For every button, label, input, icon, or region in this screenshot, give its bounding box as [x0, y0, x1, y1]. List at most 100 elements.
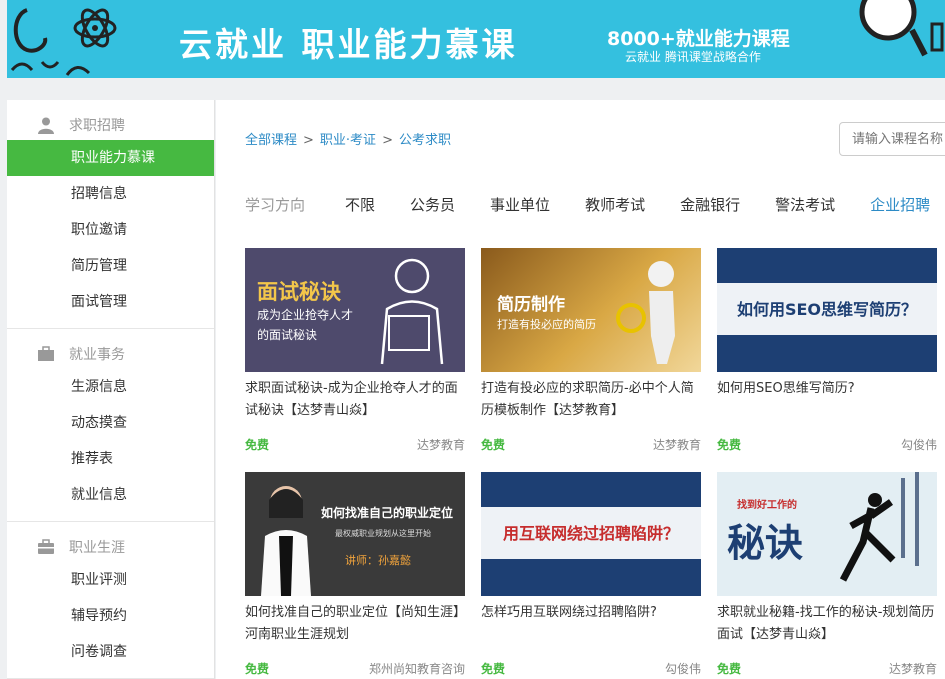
main-content: 全部课程 > 职业·考证 > 公考求职 学习方向 不限 公务员 事业单位 教师考试 金融银行 警法… [216, 100, 945, 679]
top-banner: 云就业 职业能力慕课 8000+就业能力课程 云就业 腾讯课堂战略合作 [7, 0, 945, 78]
sidebar-group: 就业事务生源信息 动态摸查 推荐表 就业信息 [7, 329, 214, 522]
thumb-headline: 简历制作 [497, 295, 565, 315]
filter-option[interactable]: 公务员 [410, 194, 455, 215]
sidebar-group-header: 求职招聘 [7, 110, 214, 140]
user-icon [37, 116, 55, 134]
course-provider: 达梦教育 [888, 662, 937, 676]
banner-title: 云就业 职业能力慕课 [179, 25, 518, 64]
course-title[interactable]: 求职面试秘诀-成为企业抢夺人才的面试秘诀【达梦青山焱】 [245, 378, 465, 422]
course-card[interactable]: 简历制作 打造有投必应的简历 打造有投必应的求职简历-必中个人简历模板制作【达梦… [481, 248, 701, 453]
course-provider: 郑州尚知教育咨询 [368, 662, 465, 676]
thumb-subline: 打造有投必应的简历 [497, 318, 596, 331]
sidebar-group-header: 就业事务 [7, 339, 214, 369]
course-card[interactable]: 用互联网绕过招聘陷阱？ 怎样巧用互联网绕过招聘陷阱? 免费 勾俊伟 [481, 472, 701, 677]
thumb-headline: 秘诀 [727, 521, 804, 565]
thumb-lecturer: 讲师：孙嘉懿 [345, 554, 411, 567]
course-thumbnail[interactable]: 简历制作 打造有投必应的简历 [481, 248, 701, 372]
course-search-input[interactable] [839, 122, 945, 156]
course-price: 免费 [245, 438, 270, 452]
presenter-illustration-icon [380, 258, 444, 365]
breadcrumb-civil-exam[interactable]: 公考求职 [399, 133, 451, 148]
thumb-headline: 如何找准自己的职业定位 [321, 506, 454, 520]
sidebar-item[interactable]: 招聘信息 [7, 176, 214, 212]
course-thumbnail[interactable]: 找到好工作的 秘诀 [717, 472, 937, 596]
filter-option[interactable]: 企业招聘 [870, 194, 930, 215]
course-thumbnail[interactable]: 用互联网绕过招聘陷阱？ [481, 472, 701, 596]
sidebar-item[interactable]: 简历管理 [7, 248, 214, 284]
course-thumbnail[interactable]: 面试秘诀 成为企业抢夺人才 的面试秘诀 [245, 248, 465, 372]
sidebar-group-label: 就业事务 [69, 347, 125, 363]
course-price: 免费 [245, 662, 270, 676]
suitcase-icon [37, 538, 55, 556]
sidebar-item[interactable]: 职业能力慕课 [7, 140, 214, 176]
sidebar-item[interactable]: 推荐表 [7, 441, 214, 477]
course-footer: 免费 勾俊伟 [717, 436, 937, 453]
filter-bar: 学习方向 不限 公务员 事业单位 教师考试 金融银行 警法考试 企业招聘 [245, 194, 945, 215]
sidebar: 求职招聘职业能力慕课 招聘信息 职位邀请 简历管理 面试管理就业事务生源信息 动态摸查 推荐… [7, 100, 215, 679]
breadcrumb-separator: > [382, 133, 393, 148]
course-title[interactable]: 怎样巧用互联网绕过招聘陷阱? [481, 602, 701, 646]
thumb-subline: 成为企业抢夺人才 [257, 308, 354, 322]
sidebar-group: 求职招聘职业能力慕课 招聘信息 职位邀请 简历管理 面试管理 [7, 100, 214, 329]
briefcase-icon [37, 345, 55, 363]
lecturer-photo-icon [261, 486, 311, 596]
course-footer: 免费 达梦教育 [481, 436, 701, 453]
sidebar-item[interactable]: 动态摸查 [7, 405, 214, 441]
filter-option[interactable]: 不限 [345, 194, 375, 215]
banner-subtitle: 云就业 腾讯课堂战略合作 [625, 50, 761, 64]
thumb-headline: 如何用SEO思维写简历？ [736, 300, 918, 319]
course-card[interactable]: 如何用SEO思维写简历？ 如何用SEO思维写简历? 免费 勾俊伟 [717, 248, 937, 453]
sidebar-item[interactable]: 辅导预约 [7, 598, 214, 634]
course-provider: 勾俊伟 [900, 438, 937, 452]
filter-label: 学习方向 [245, 196, 306, 214]
course-footer: 免费 勾俊伟 [481, 660, 701, 677]
filter-option[interactable]: 教师考试 [585, 194, 645, 215]
course-provider: 勾俊伟 [664, 662, 701, 676]
sidebar-group: 职业生涯职业评测 辅导预约 问卷调查 [7, 522, 214, 679]
sidebar-item[interactable]: 职位邀请 [7, 212, 214, 248]
breadcrumb-separator: > [303, 133, 314, 148]
course-title[interactable]: 如何用SEO思维写简历? [717, 378, 937, 422]
course-footer: 免费 达梦教育 [245, 436, 465, 453]
course-title[interactable]: 如何找准自己的职业定位【尚知生涯】河南职业生涯规划 [245, 602, 465, 646]
magnifier-doodle-icon [859, 0, 944, 57]
course-thumbnail[interactable]: 如何找准自己的职业定位 最权威职业规划从这里开始 讲师：孙嘉懿 [245, 472, 465, 596]
sidebar-item[interactable]: 生源信息 [7, 369, 214, 405]
figure-with-magnifier-icon [616, 261, 675, 364]
course-price: 免费 [717, 662, 742, 676]
course-price: 免费 [481, 662, 506, 676]
jumping-man-icon [839, 472, 919, 582]
thumb-subline: 的面试秘诀 [257, 328, 318, 342]
course-card[interactable]: 如何找准自己的职业定位 最权威职业规划从这里开始 讲师：孙嘉懿 如何找准自己的职… [245, 472, 465, 677]
course-card[interactable]: 找到好工作的 秘诀 求职就业秘籍-找工作的秘诀-规划简历面试【达梦青山焱】 免费… [717, 472, 937, 677]
course-price: 免费 [717, 438, 742, 452]
thumb-headline: 面试秘诀 [257, 280, 341, 304]
course-title[interactable]: 求职就业秘籍-找工作的秘诀-规划简历面试【达梦青山焱】 [717, 602, 937, 646]
banner-slogan: 8000+就业能力课程 [607, 28, 790, 50]
sidebar-item[interactable]: 问卷调查 [7, 634, 214, 670]
breadcrumb-all-courses[interactable]: 全部课程 [245, 133, 297, 148]
course-footer: 免费 达梦教育 [717, 660, 937, 677]
course-card[interactable]: 面试秘诀 成为企业抢夺人才 的面试秘诀 求职面试秘诀-成为企业抢夺人才的面试秘诀… [245, 248, 465, 453]
breadcrumb-career-cert[interactable]: 职业·考证 [320, 133, 376, 148]
filter-option[interactable]: 警法考试 [775, 194, 835, 215]
sidebar-item[interactable]: 就业信息 [7, 477, 214, 513]
sidebar-group-label: 求职招聘 [69, 118, 125, 134]
thumb-subline: 最权威职业规划从这里开始 [335, 529, 431, 538]
course-provider: 达梦教育 [416, 438, 465, 452]
filter-option[interactable]: 金融银行 [680, 194, 740, 215]
sidebar-item[interactable]: 职业评测 [7, 562, 214, 598]
thumb-headline: 用互联网绕过招聘陷阱？ [502, 524, 679, 543]
course-title[interactable]: 打造有投必应的求职简历-必中个人简历模板制作【达梦教育】 [481, 378, 701, 422]
sidebar-group-header: 职业生涯 [7, 532, 214, 562]
course-footer: 免费 郑州尚知教育咨询 [245, 660, 465, 677]
course-thumbnail[interactable]: 如何用SEO思维写简历？ [717, 248, 937, 372]
doodle-decoration-icon [10, 8, 117, 76]
course-price: 免费 [481, 438, 506, 452]
sidebar-item[interactable]: 面试管理 [7, 284, 214, 320]
course-provider: 达梦教育 [652, 438, 701, 452]
filter-option[interactable]: 事业单位 [490, 194, 550, 215]
thumb-subline: 找到好工作的 [737, 500, 797, 511]
breadcrumb: 全部课程 > 职业·考证 > 公考求职 [245, 129, 451, 148]
sidebar-group-label: 职业生涯 [69, 540, 125, 556]
